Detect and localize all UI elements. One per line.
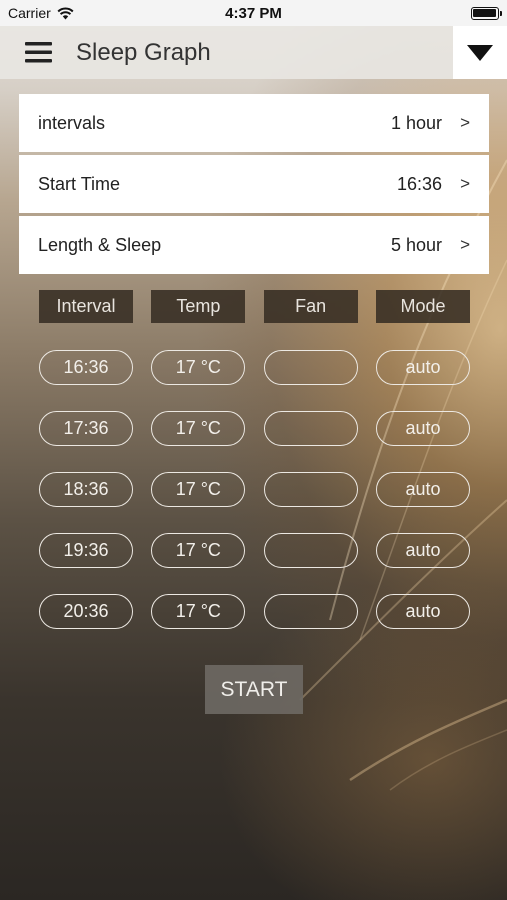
status-left: Carrier <box>8 5 148 21</box>
start-button[interactable]: START <box>205 665 303 714</box>
schedule-row: 16:36 17 °C auto <box>39 350 470 385</box>
setting-label: intervals <box>38 112 106 133</box>
setting-value: 16:36 <box>397 173 443 194</box>
temp-pill[interactable]: 17 °C <box>151 594 246 629</box>
schedule-table: 16:36 17 °C auto 17:36 17 °C auto 18:36 … <box>39 350 470 655</box>
settings-list: intervals 1 hour > Start Time 16:36 > Le… <box>19 94 489 277</box>
temp-pill[interactable]: 17 °C <box>151 472 246 507</box>
temp-pill[interactable]: 17 °C <box>151 533 246 568</box>
setting-label: Start Time <box>38 173 121 194</box>
chevron-right-icon: > <box>460 113 470 132</box>
interval-pill[interactable]: 17:36 <box>39 411 133 446</box>
fan-pill[interactable] <box>263 350 358 385</box>
triangle-down-icon <box>467 44 493 61</box>
status-right <box>359 6 502 20</box>
schedule-row: 18:36 17 °C auto <box>39 472 470 507</box>
column-header-mode: Mode <box>375 290 470 323</box>
setting-value: 5 hour <box>391 234 443 255</box>
hamburger-menu-icon <box>24 42 52 63</box>
fan-pill[interactable] <box>263 533 358 568</box>
schedule-row: 20:36 17 °C auto <box>39 594 470 629</box>
schedule-row: 19:36 17 °C auto <box>39 533 470 568</box>
schedule-column-headers: Interval Temp Fan Mode <box>39 290 470 323</box>
mode-pill[interactable]: auto <box>375 472 470 507</box>
battery-icon <box>470 6 502 20</box>
wifi-icon <box>57 7 74 19</box>
mode-pill[interactable]: auto <box>375 594 470 629</box>
status-time: 4:37 PM <box>225 4 282 22</box>
page-title: Sleep Graph <box>76 38 211 66</box>
temp-pill[interactable]: 17 °C <box>151 350 246 385</box>
column-header-temp: Temp <box>151 290 246 323</box>
interval-pill[interactable]: 16:36 <box>39 350 133 385</box>
temp-pill[interactable]: 17 °C <box>151 411 246 446</box>
menu-button[interactable] <box>0 26 76 79</box>
interval-pill[interactable]: 19:36 <box>39 533 133 568</box>
column-header-fan: Fan <box>263 290 358 323</box>
schedule-row: 17:36 17 °C auto <box>39 411 470 446</box>
setting-intervals[interactable]: intervals 1 hour > <box>19 94 489 152</box>
fan-pill[interactable] <box>263 594 358 629</box>
chevron-right-icon: > <box>460 235 470 254</box>
mode-pill[interactable]: auto <box>375 533 470 568</box>
setting-label: Length & Sleep <box>38 234 162 255</box>
fan-pill[interactable] <box>263 411 358 446</box>
fan-pill[interactable] <box>263 472 358 507</box>
mode-pill[interactable]: auto <box>375 411 470 446</box>
app-header: Sleep Graph <box>0 26 507 79</box>
carrier-label: Carrier <box>8 5 51 21</box>
mode-pill[interactable]: auto <box>375 350 470 385</box>
setting-start-time[interactable]: Start Time 16:36 > <box>19 155 489 213</box>
chevron-right-icon: > <box>460 174 470 193</box>
setting-value: 1 hour <box>391 112 443 133</box>
interval-pill[interactable]: 18:36 <box>39 472 133 507</box>
status-bar: Carrier 4:37 PM <box>0 0 507 26</box>
column-header-interval: Interval <box>39 290 133 323</box>
interval-pill[interactable]: 20:36 <box>39 594 133 629</box>
dropdown-button[interactable] <box>453 26 507 79</box>
setting-length-sleep[interactable]: Length & Sleep 5 hour > <box>19 216 489 274</box>
